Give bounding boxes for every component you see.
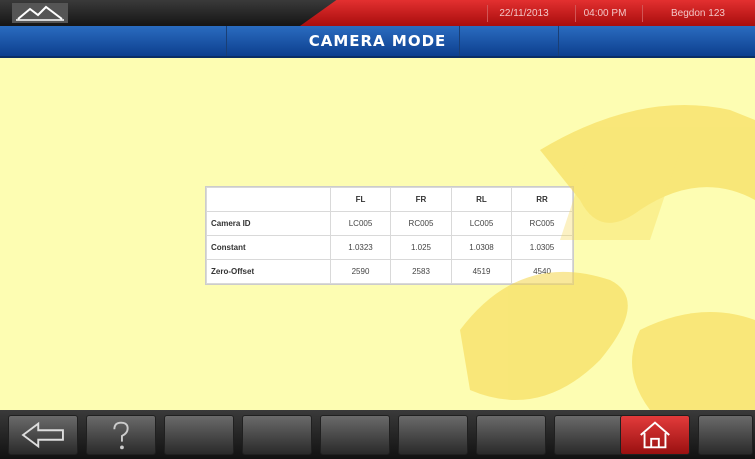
column-header-fr: FR bbox=[390, 187, 452, 212]
table-row-camera-id: Camera ID LC005 RC005 LC005 RC005 bbox=[206, 211, 573, 236]
table-cell: 2590 bbox=[329, 259, 392, 284]
table-row-constant: Constant 1.0323 1.025 1.0308 1.0305 bbox=[206, 235, 573, 260]
table-cell: 1.0323 bbox=[329, 235, 392, 260]
table-cell: RC005 bbox=[511, 211, 573, 236]
row-label: Camera ID bbox=[206, 211, 331, 236]
row-label: Constant bbox=[206, 235, 331, 260]
back-button[interactable] bbox=[8, 415, 78, 455]
toolbar-button[interactable] bbox=[242, 415, 312, 455]
column-header-fl: FL bbox=[329, 187, 392, 212]
table-header-row: FL FR RL RR bbox=[206, 187, 573, 212]
help-icon bbox=[113, 421, 129, 450]
toolbar-button[interactable] bbox=[164, 415, 234, 455]
table-row-zero-offset: Zero-Offset 2590 2583 4519 4540 bbox=[206, 259, 573, 284]
back-arrow-icon bbox=[21, 421, 64, 449]
column-header-rl: RL bbox=[450, 187, 513, 212]
toolbar-button[interactable] bbox=[554, 415, 624, 455]
table-cell: 4519 bbox=[450, 259, 513, 284]
column-header bbox=[206, 187, 331, 212]
home-icon bbox=[640, 421, 670, 449]
table-cell: 2583 bbox=[390, 259, 452, 284]
table-cell: 1.0305 bbox=[511, 235, 573, 260]
status-date: 22/11/2013 bbox=[487, 5, 560, 22]
table-cell: 1.025 bbox=[390, 235, 452, 260]
table-cell: LC005 bbox=[329, 211, 392, 236]
toolbar-button[interactable] bbox=[320, 415, 390, 455]
camera-table: FL FR RL RR Camera ID LC005 RC005 LC005 … bbox=[205, 186, 574, 285]
status-time: 04:00 PM bbox=[575, 5, 634, 22]
row-label: Zero-Offset bbox=[206, 259, 331, 284]
table-cell: RC005 bbox=[390, 211, 452, 236]
toolbar-button[interactable] bbox=[476, 415, 546, 455]
home-button[interactable] bbox=[620, 415, 690, 455]
top-status-bar: 22/11/2013 04:00 PM Begdon 123 bbox=[0, 0, 755, 26]
table-cell: 1.0308 bbox=[450, 235, 513, 260]
table-cell: LC005 bbox=[450, 211, 513, 236]
title-bar: CAMERA MODE bbox=[0, 26, 755, 58]
bottom-toolbar bbox=[0, 410, 755, 459]
toolbar-button[interactable] bbox=[698, 415, 753, 455]
status-user: Begdon 123 bbox=[642, 5, 753, 22]
table-cell: 4540 bbox=[511, 259, 573, 284]
help-button[interactable] bbox=[86, 415, 156, 455]
toolbar-button[interactable] bbox=[398, 415, 468, 455]
column-header-rr: RR bbox=[511, 187, 573, 212]
page-title: CAMERA MODE bbox=[308, 32, 447, 50]
mountain-logo-icon bbox=[12, 3, 68, 23]
